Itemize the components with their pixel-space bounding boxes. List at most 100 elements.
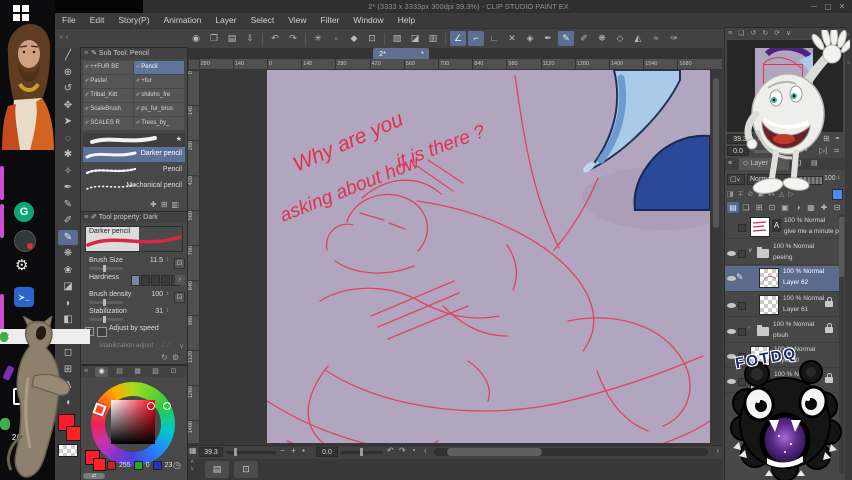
tool-settings[interactable]: ⚙ [172,353,183,362]
fill-icon[interactable]: ◆ [346,31,362,46]
select-border-icon[interactable]: ▥ [425,31,441,46]
menu-window[interactable]: Window [346,13,390,28]
fit-window-icon[interactable]: ▦ [189,446,197,455]
scrollbar-thumb[interactable] [447,448,542,456]
eraser-hard-icon[interactable]: ◭ [630,31,646,46]
scrollbar-thumb[interactable] [839,217,844,277]
select-rectangle-icon[interactable]: ▧ [389,31,405,46]
favorite-stroke-row[interactable]: ★ [83,133,185,148]
stroke-preset-row[interactable]: Mechanical pencil [83,179,185,194]
crop-icon[interactable]: ⊡ [364,31,380,46]
canvas-zoom-slider[interactable] [226,451,276,454]
layer-row[interactable]: ✎100 % NormalLayer 62 [725,266,839,292]
taskbar-app-powershell[interactable]: ≻_ [14,287,34,307]
layer-thumbnail[interactable] [750,217,770,237]
color-history-tab[interactable]: ⊡ [167,367,180,377]
maximize-button[interactable]: ▢ [821,0,835,13]
scroll-right-icon[interactable]: › [716,446,719,455]
start-button[interactable] [13,5,29,21]
brush-button[interactable]: ✐SCALES R [83,117,133,130]
blur-icon[interactable]: ≈ [648,31,664,46]
eraser-tool[interactable]: ◪ [58,279,78,294]
eyedropper-tool[interactable]: ✧ [58,164,78,179]
menu-edit[interactable]: Edit [83,13,112,28]
color-mixing-tab[interactable]: ▨ [149,367,162,377]
property-value[interactable]: 100 [137,291,163,298]
brush-button[interactable]: ✐++FUR BE [83,61,133,74]
property-slider[interactable] [89,318,123,321]
layer-checkbox[interactable] [738,302,746,310]
color-set-tab[interactable]: ▦ [131,367,144,377]
checkbox[interactable] [97,327,107,337]
panel-menu-icon[interactable]: ≡ [84,368,88,375]
decoration-tool[interactable]: ❀ [58,263,78,278]
apply-mask[interactable]: ✚ [818,202,830,213]
preset-button[interactable]: ⊡ [174,292,185,303]
move-tool[interactable]: ✥ [58,98,78,113]
zoom-tool[interactable]: ⊕ [58,65,78,80]
new-canvas-icon[interactable]: ❐ [206,31,222,46]
merge-down[interactable]: ◑ [792,202,804,213]
reset-tool[interactable]: ↻ [161,353,172,362]
preset-button[interactable]: ⊡ [174,258,185,269]
decoration-icon[interactable]: ❋ [594,31,610,46]
scrollbar-thumb[interactable] [713,78,719,228]
create-mask[interactable]: ▦ [805,202,817,213]
mini-background-swatch[interactable] [93,458,106,471]
pen2-tool[interactable]: ✒ [58,180,78,195]
canvas-zoom-value[interactable]: 39.3 [199,447,223,457]
transfer-to-lower[interactable]: ▣ [779,202,791,213]
layer-row[interactable]: 100 % NormalLayer 61 [725,293,839,317]
select-invert-icon[interactable]: ◪ [407,31,423,46]
clip-studio-logo-icon[interactable]: ◉ [188,31,204,46]
layer-row[interactable]: A100 % Normalgive me a minute please [725,215,839,239]
layer-checkbox[interactable] [738,250,746,258]
operation-tool[interactable]: ➤ [58,114,78,129]
delete-sub-tool[interactable]: ▥ [171,200,183,209]
pen-icon[interactable]: ✒ [540,31,556,46]
spinner-icon[interactable]: ↕ [166,291,169,297]
brush-button[interactable]: ✐Trees_by_ [134,117,184,130]
swap-colors-button[interactable]: ⇄ [83,473,105,479]
timeline-toggle-button[interactable]: ▤ [205,461,229,478]
lasso-tool[interactable]: ◌ [58,131,78,146]
open-file-icon[interactable]: ▤ [224,31,240,46]
hue-marker-secondary[interactable] [163,402,171,410]
menu-animation[interactable]: Animation [157,13,209,28]
panel-menu-icon[interactable]: ≡ [84,214,88,221]
taskbar-app-settings[interactable]: ⚙ [15,256,28,274]
brush-preview[interactable]: Darker pencil [85,226,183,252]
folder-expand-icon[interactable]: ∨ [748,247,752,254]
layer-checkbox[interactable] [738,328,746,336]
layer-row[interactable]: ›100 % Normalplsuh [725,319,839,343]
minimize-button[interactable]: ─ [807,0,821,13]
new-folder[interactable]: ⊡ [766,202,778,213]
stroke-preset-row[interactable]: Pencil [83,163,185,178]
clip-to-layer-below[interactable]: ◨ [727,190,734,198]
zoom-out-icon[interactable]: − [280,446,285,455]
pane-arrows[interactable]: ∧∨ [190,459,194,473]
cancel-selection-icon[interactable]: ✕ [504,31,520,46]
canvas-vertical-scrollbar[interactable] [712,70,720,443]
eye-icon[interactable] [727,274,736,283]
menu-select[interactable]: Select [244,13,282,28]
snap-to-ruler-icon[interactable]: ∠ [450,31,466,46]
eye-icon[interactable] [727,301,736,310]
deselect-icon[interactable]: ▫ [328,31,344,46]
menu-help[interactable]: Help [391,13,422,28]
brush-button[interactable]: ✐ps_fur_brus [134,103,184,116]
hardness-segments[interactable] [131,275,181,286]
eye-icon[interactable] [727,249,736,258]
spinner-icon[interactable]: ↕ [166,257,169,263]
color-slider-tab[interactable]: ▤ [113,367,126,377]
canvas-rotation-slider[interactable] [341,451,383,454]
layer-checkbox[interactable] [738,224,746,232]
brush-button[interactable]: ✐+fur [134,75,184,88]
layer-thumbnail[interactable] [759,268,779,288]
dock-toggle[interactable]: ▤ [727,202,739,213]
undo-icon[interactable]: ↶ [267,31,283,46]
marker-tool[interactable]: ✎ [58,230,78,245]
new-raster-layer[interactable]: ❏ [740,202,752,213]
brush-button[interactable]: ✐Pastel [83,75,133,88]
zoom-in-icon[interactable]: + [291,446,296,455]
